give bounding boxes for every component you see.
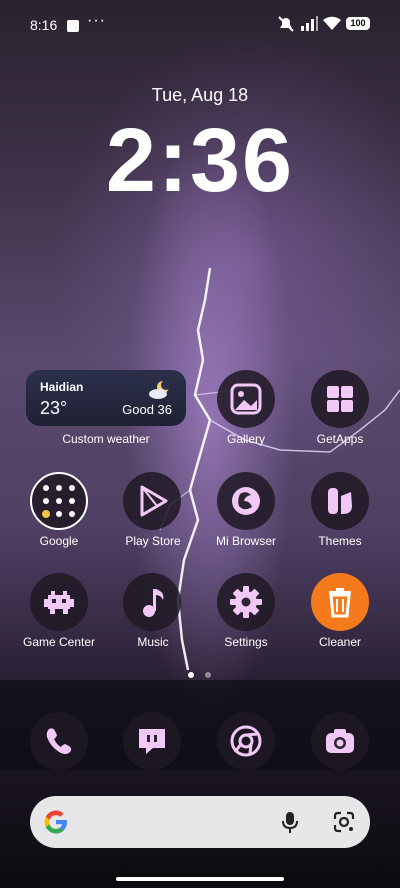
cleaner-app[interactable] [311, 573, 369, 631]
mi-browser-icon [232, 487, 260, 515]
music-app[interactable] [123, 573, 181, 631]
google-search-bar[interactable] [30, 796, 370, 848]
messages-icon [139, 729, 165, 754]
gallery-icon [230, 383, 262, 415]
google-label: Google [39, 534, 79, 548]
home-indicator[interactable] [116, 877, 284, 881]
google-lens-icon[interactable] [332, 810, 356, 834]
phone-icon [46, 728, 72, 754]
more-notifications-icon: ··· [87, 12, 106, 29]
silent-bell-icon [278, 16, 294, 32]
gear-icon [230, 586, 262, 618]
themes-app[interactable] [311, 472, 369, 530]
clock-time: 2:36 [105, 111, 295, 211]
status-bar: 8:16 ··· 100 [0, 12, 400, 40]
music-label: Music [137, 635, 169, 649]
camera-icon [326, 729, 354, 753]
chrome-icon [230, 725, 262, 757]
google-folder-icon [42, 485, 75, 518]
music-note-icon [143, 589, 164, 617]
settings-label: Settings [224, 635, 268, 649]
messages-app[interactable] [123, 712, 181, 770]
settings-app[interactable] [217, 573, 275, 631]
microphone-icon[interactable] [280, 810, 300, 834]
getapps-label: GetApps [316, 432, 364, 446]
mi-browser-app[interactable] [217, 472, 275, 530]
play-store-icon [140, 485, 168, 517]
play-store-label: Play Store [125, 534, 181, 548]
chrome-app[interactable] [217, 712, 275, 770]
themes-icon [328, 488, 352, 514]
google-folder[interactable] [30, 472, 88, 530]
weather-air-quality: Good 36 [122, 402, 172, 417]
getapps-app[interactable] [311, 370, 369, 428]
mi-browser-label: Mi Browser [215, 534, 276, 548]
partly-cloudy-night-icon [149, 380, 171, 399]
notification-square-icon [67, 20, 79, 32]
game-center-icon [44, 591, 74, 614]
gallery-label: Gallery [226, 432, 265, 446]
weather-temperature: 23° [40, 398, 68, 418]
camera-app[interactable] [311, 712, 369, 770]
wifi-icon [323, 16, 341, 30]
google-logo-icon [44, 810, 67, 834]
game-center-app[interactable] [30, 573, 88, 631]
cleaner-label: Cleaner [318, 635, 362, 649]
signal-icon [301, 16, 318, 31]
page-dot [205, 672, 211, 678]
status-time: 8:16 [30, 17, 58, 33]
page-dot-active [188, 672, 194, 678]
battery-indicator: 100 [346, 17, 370, 30]
gallery-app[interactable] [217, 370, 275, 428]
game-center-label: Game Center [22, 635, 96, 649]
weather-city: Haidian [40, 380, 84, 394]
date-label: Tue, Aug 18 [151, 85, 249, 105]
play-store-app[interactable] [123, 472, 181, 530]
phone-app[interactable] [30, 712, 88, 770]
weather-widget[interactable]: Haidian 23° Good 36 [26, 370, 186, 426]
themes-label: Themes [318, 534, 362, 548]
trash-icon [329, 588, 351, 618]
getapps-icon [327, 386, 353, 412]
weather-widget-label: Custom weather [62, 432, 150, 446]
